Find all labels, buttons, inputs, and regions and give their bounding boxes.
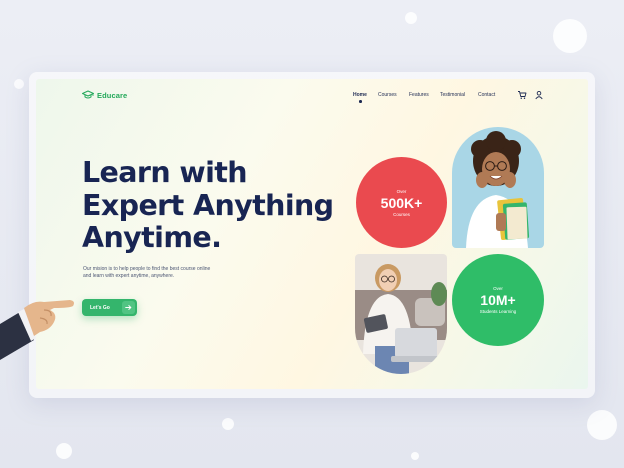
decor-bubble	[14, 79, 24, 89]
arrow-right-icon	[122, 301, 135, 314]
decor-bubble	[56, 443, 72, 459]
lets-go-button[interactable]: Let's Go	[82, 299, 137, 316]
website-screen: Educare Home Courses Features Testimonia…	[36, 79, 588, 389]
brand-logo[interactable]: Educare	[82, 90, 127, 100]
graduation-cap-icon	[82, 90, 94, 99]
nav-item-courses[interactable]: Courses	[378, 92, 397, 98]
stat-label: Courses	[393, 211, 410, 217]
stat-prefix: Over	[493, 286, 503, 291]
nav-item-features[interactable]: Features	[409, 92, 429, 98]
hero-description: Our mision is to help people to find the…	[83, 266, 211, 280]
woman-laptop-photo	[355, 254, 447, 374]
brand-name: Educare	[97, 90, 128, 100]
nav-item-home[interactable]: Home	[353, 92, 367, 98]
cart-icon[interactable]	[517, 90, 527, 100]
nav-item-contact[interactable]: Contact	[478, 92, 495, 98]
stat-students-circle: Over 10M+ Students Learning	[452, 254, 544, 346]
decor-bubble	[587, 410, 617, 440]
user-icon[interactable]	[534, 90, 544, 100]
student-photo	[452, 127, 544, 248]
nav-item-testimonial[interactable]: Testimonial	[440, 92, 465, 98]
decor-bubble	[411, 452, 419, 460]
decor-bubble	[553, 19, 587, 53]
decor-bubble	[405, 12, 417, 24]
pointing-hand-illustration	[0, 300, 74, 360]
active-indicator	[359, 100, 362, 103]
stat-value: 10M+	[480, 292, 516, 308]
decor-bubble	[222, 418, 234, 430]
stat-courses-circle: Over 500K+ Courses	[356, 157, 447, 248]
hero-title-line: Expert Anything	[82, 188, 334, 222]
hero-title-line: Learn with	[82, 156, 248, 189]
lets-go-label: Let's Go	[90, 304, 110, 311]
stat-prefix: Over	[396, 188, 407, 194]
hero-title-line: Anytime.	[82, 221, 222, 254]
hero-title: Learn with Expert Anything Anytime.	[82, 156, 342, 255]
stat-value: 500K+	[380, 194, 423, 211]
stat-label: Students Learning	[479, 309, 517, 314]
